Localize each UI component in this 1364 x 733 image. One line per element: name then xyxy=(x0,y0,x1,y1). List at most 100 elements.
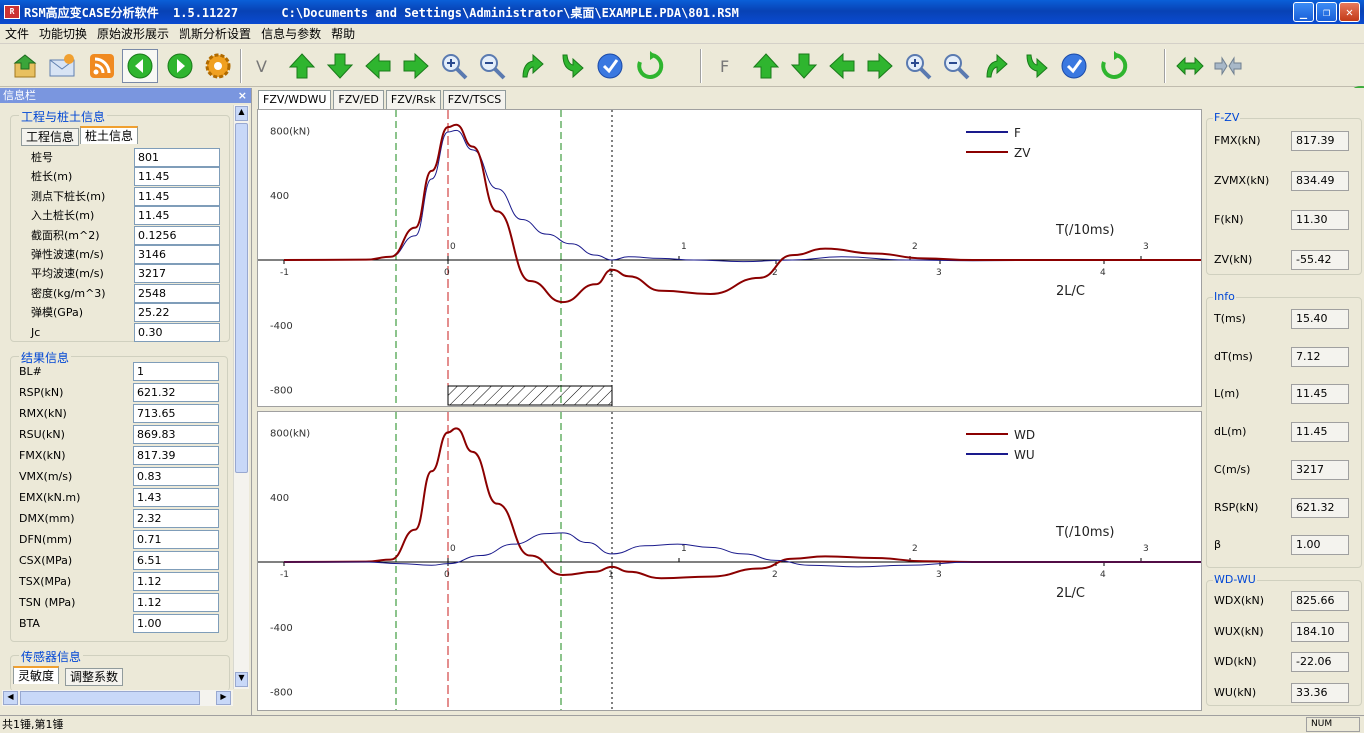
param-value-field[interactable]: 2.32 xyxy=(133,509,219,528)
param-value-field[interactable]: 1 xyxy=(133,362,219,381)
param-value-field[interactable]: 869.83 xyxy=(133,425,219,444)
menu-function-switch[interactable]: 功能切换 xyxy=(34,25,92,42)
sidebar-horizontal-scrollbar[interactable]: ◀ ▶ xyxy=(2,690,233,706)
v-zoom-out-button[interactable] xyxy=(474,49,510,83)
param-value-field[interactable]: 1.00 xyxy=(133,614,219,633)
menu-info-params[interactable]: 信息与参数 xyxy=(256,25,326,42)
param-value-field[interactable]: 1.12 xyxy=(133,572,219,591)
scroll-up-icon[interactable]: ▲ xyxy=(235,106,248,121)
compress-horizontal-button[interactable] xyxy=(1210,49,1246,83)
wdwu-plot[interactable]: 800(kN) 400 -400 -800 0 1 2 3 -1 0 1 2 3 4 T(/10ms) 2L/… xyxy=(257,411,1203,712)
v-rotate-up-button[interactable] xyxy=(514,49,550,83)
tab-fzv-ed[interactable]: FZV/ED xyxy=(333,90,384,109)
param-value-field[interactable]: 0.30 xyxy=(134,322,220,342)
menu-case-settings[interactable]: 凯斯分析设置 xyxy=(174,25,256,42)
v-confirm-button[interactable] xyxy=(592,49,628,83)
readout-value: -22.06 xyxy=(1291,652,1349,672)
param-label: FMX(kN) xyxy=(19,449,66,462)
v-right-button[interactable] xyxy=(398,49,434,83)
arrow-right-icon xyxy=(867,52,893,80)
f-up-button[interactable] xyxy=(748,49,784,83)
f-reset-button[interactable] xyxy=(1096,49,1132,83)
param-value-field[interactable]: 0.1256 xyxy=(134,225,220,245)
v-up-button[interactable] xyxy=(284,49,320,83)
settings-button[interactable] xyxy=(200,49,236,83)
v-reset-button[interactable] xyxy=(632,49,668,83)
tab-sensitivity[interactable]: 灵敏度 xyxy=(13,666,60,684)
param-label: BTA xyxy=(19,617,40,630)
param-value-field[interactable]: 801 xyxy=(134,148,220,167)
f-right-button[interactable] xyxy=(862,49,898,83)
t-tick-label: 1 xyxy=(681,242,687,252)
v-left-button[interactable] xyxy=(360,49,396,83)
sidebar-close-button[interactable]: × xyxy=(238,88,247,103)
param-value-field[interactable]: 3146 xyxy=(134,245,220,264)
param-value-field[interactable]: 621.32 xyxy=(133,383,219,402)
scroll-thumb[interactable] xyxy=(235,123,248,473)
minimize-button[interactable]: _ xyxy=(1293,2,1314,22)
param-value-field[interactable]: 817.39 xyxy=(133,446,219,465)
param-label: VMX(m/s) xyxy=(19,470,73,483)
readout-value: 834.49 xyxy=(1291,170,1349,191)
readout-label: RSP(kN) xyxy=(1214,500,1259,514)
tab-pile-soil-info[interactable]: 桩土信息 xyxy=(80,126,139,144)
fzv-plot[interactable]: 800(kN) 400 -400 -800 0 1 2 3 -1 0 1 2 3 4 T(/10ms) 2L/… xyxy=(257,109,1203,410)
series-line-wd[interactable] xyxy=(283,427,1203,580)
menu-file[interactable]: 文件 xyxy=(0,25,34,42)
sidebar-vertical-scrollbar[interactable]: ▲ ▼ xyxy=(233,105,249,689)
readout-value: 11.45 xyxy=(1291,384,1349,405)
arrow-up-icon xyxy=(288,53,316,79)
expand-horizontal-button[interactable] xyxy=(1172,49,1208,83)
y-tick-label: 400 xyxy=(270,493,289,504)
f-rotate-up-button[interactable] xyxy=(978,49,1014,83)
legend-label: WU xyxy=(1014,448,1035,462)
param-label: BL# xyxy=(19,365,42,378)
param-value-field[interactable]: 25.22 xyxy=(134,303,220,323)
menu-raw-waveform[interactable]: 原始波形展示 xyxy=(92,25,174,42)
param-label: CSX(MPa) xyxy=(19,554,73,567)
v-down-button[interactable] xyxy=(322,49,358,83)
close-button[interactable]: ✕ xyxy=(1339,2,1360,22)
param-value-field[interactable]: 713.65 xyxy=(133,404,219,423)
param-value-field[interactable]: 11.45 xyxy=(134,206,220,226)
prev-record-button[interactable] xyxy=(122,49,158,83)
tab-adjust-coef[interactable]: 调整系数 xyxy=(65,668,124,686)
param-value-field[interactable]: 1.43 xyxy=(133,488,219,507)
scroll-left-icon[interactable]: ◀ xyxy=(3,691,18,705)
series-line-zv[interactable] xyxy=(283,123,1203,304)
scroll-right-icon[interactable]: ▶ xyxy=(216,691,231,705)
maximize-button[interactable]: ❐ xyxy=(1316,2,1337,22)
status-text: 共1锤,第1锤 xyxy=(2,718,64,731)
param-value-field[interactable]: 0.71 xyxy=(133,530,219,549)
f-zoom-in-button[interactable] xyxy=(900,49,936,83)
series-line-f[interactable] xyxy=(283,129,1203,263)
param-value-field[interactable]: 1.12 xyxy=(133,593,219,612)
h-scroll-thumb[interactable] xyxy=(20,691,200,705)
param-value-field[interactable]: 0.83 xyxy=(133,467,219,486)
param-value-field[interactable]: 3217 xyxy=(134,264,220,284)
lc-tick-label: 3 xyxy=(936,570,942,580)
f-zoom-out-button[interactable] xyxy=(938,49,974,83)
v-zoom-in-button[interactable] xyxy=(436,49,472,83)
send-button[interactable] xyxy=(44,49,80,83)
v-rotate-down-button[interactable] xyxy=(554,49,590,83)
rss-button[interactable] xyxy=(84,49,120,83)
tab-fzv-wdwu[interactable]: FZV/WDWU xyxy=(258,90,332,109)
tab-fzv-rsk[interactable]: FZV/Rsk xyxy=(385,90,441,109)
sidebar-title: 信息栏 xyxy=(3,89,36,102)
param-value-field[interactable]: 11.45 xyxy=(134,186,220,206)
f-down-button[interactable] xyxy=(786,49,822,83)
f-rotate-down-button[interactable] xyxy=(1018,49,1054,83)
menu-help[interactable]: 帮助 xyxy=(326,25,360,42)
tab-fzv-tscs[interactable]: FZV/TSCS xyxy=(442,90,507,109)
param-value-field[interactable]: 11.45 xyxy=(134,167,220,187)
scroll-down-icon[interactable]: ▼ xyxy=(235,672,248,687)
tab-project-info[interactable]: 工程信息 xyxy=(21,128,80,146)
f-left-button[interactable] xyxy=(824,49,860,83)
next-record-button[interactable] xyxy=(162,49,198,83)
param-value-field[interactable]: 2548 xyxy=(134,283,220,303)
open-file-button[interactable] xyxy=(8,49,44,83)
param-value-field[interactable]: 6.51 xyxy=(133,551,219,570)
f-confirm-button[interactable] xyxy=(1056,49,1092,83)
legend-label: ZV xyxy=(1014,146,1031,160)
